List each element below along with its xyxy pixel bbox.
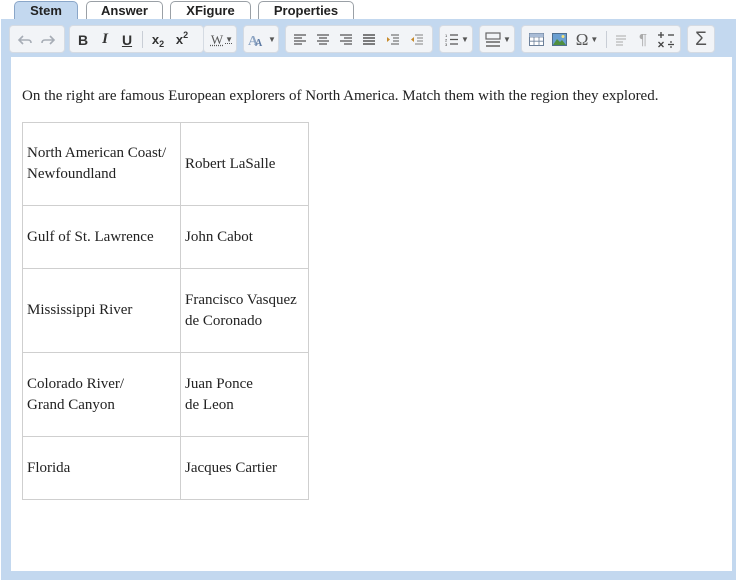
history-group xyxy=(9,25,65,53)
region-cell[interactable]: Colorado River/Grand Canyon xyxy=(22,352,181,437)
editor-toolbar: B I U x2 x2 W ▼ AA ▼ 1 2 3 ▼ ▼ Ω ▼ ¶ Σ xyxy=(9,25,729,54)
special-character-dropdown[interactable]: Ω ▼ xyxy=(572,29,602,50)
explorer-cell[interactable]: Francisco Vasquez de Coronado xyxy=(180,268,309,353)
region-cell[interactable]: North American Coast/Newfoundland xyxy=(22,122,181,206)
matching-table: North American Coast/Newfoundland Robert … xyxy=(22,122,309,500)
cell-text-line: Newfoundland xyxy=(27,166,117,182)
subscript-label: x xyxy=(151,32,160,47)
insert-block-icon[interactable]: ▼ xyxy=(483,29,513,50)
chevron-down-icon: ▼ xyxy=(461,35,469,44)
paragraph-icon[interactable] xyxy=(610,29,632,50)
tab-stem[interactable]: Stem xyxy=(14,1,78,21)
subscript-mark: 2 xyxy=(159,38,165,49)
bold-button[interactable]: B xyxy=(72,29,94,50)
explorer-cell[interactable]: John Cabot xyxy=(180,205,309,269)
cell-text-line: Gulf of St. Lawrence xyxy=(27,228,154,245)
superscript-mark: 2 xyxy=(183,29,189,40)
align-justify-icon[interactable] xyxy=(358,29,380,50)
image-icon[interactable] xyxy=(548,29,570,50)
chevron-down-icon: ▼ xyxy=(225,35,234,44)
table-row: Gulf of St. Lawrence John Cabot xyxy=(22,205,309,269)
superscript-label: x xyxy=(175,32,184,47)
math-ops-icon[interactable] xyxy=(655,29,677,50)
undo-icon[interactable] xyxy=(14,29,36,50)
subscript-button[interactable]: x2 xyxy=(147,29,169,50)
text-style-dropdown[interactable]: W ▼ xyxy=(208,29,236,50)
table-row: North American Coast/Newfoundland Robert … xyxy=(22,122,309,206)
align-left-icon[interactable] xyxy=(289,29,311,50)
table-row: Colorado River/Grand Canyon Juan Ponce de … xyxy=(22,352,309,437)
question-prompt: On the right are famous European explore… xyxy=(22,88,659,104)
editor-tabs: Stem Answer XFigure Properties xyxy=(0,0,738,21)
explorer-cell[interactable]: Jacques Cartier xyxy=(180,436,309,500)
svg-text:A: A xyxy=(255,38,263,47)
region-cell[interactable]: Mississippi River xyxy=(22,268,181,353)
superscript-button[interactable]: x2 xyxy=(171,29,193,50)
underline-button[interactable]: U xyxy=(116,29,138,50)
explorer-cell[interactable]: Robert LaSalle xyxy=(180,122,309,206)
toolbar-separator xyxy=(606,31,607,48)
omega-icon: Ω xyxy=(575,29,589,49)
cell-text-line: Florida xyxy=(27,459,71,476)
region-cell[interactable]: Gulf of St. Lawrence xyxy=(22,205,181,269)
cell-text-line: Mississippi River xyxy=(27,302,133,318)
font-group: AA ▼ xyxy=(243,25,279,53)
chevron-down-icon: ▼ xyxy=(590,35,599,44)
list-group: 123 ▼ xyxy=(439,25,473,53)
block-group: ▼ xyxy=(479,25,515,53)
numbered-list-icon[interactable]: 123 ▼ xyxy=(443,29,471,50)
region-cell[interactable]: Florida xyxy=(22,436,181,500)
indent-icon[interactable] xyxy=(382,29,404,50)
cell-text-line: Juan Ponce xyxy=(185,375,253,392)
format-group: B I U x2 x2 xyxy=(69,25,204,53)
redo-icon[interactable] xyxy=(37,29,59,50)
sigma-icon[interactable]: Σ xyxy=(690,29,712,50)
tab-properties[interactable]: Properties xyxy=(258,1,354,20)
tab-xfigure[interactable]: XFigure xyxy=(170,1,251,20)
explorer-cell[interactable]: Juan Ponce de Leon xyxy=(180,352,309,437)
cell-text-line: de Coronado xyxy=(185,312,263,329)
toolbar-separator xyxy=(142,31,143,48)
table-row: Florida Jacques Cartier xyxy=(22,436,309,500)
italic-button[interactable]: I xyxy=(94,29,116,50)
cell-text-line: de Leon xyxy=(185,396,234,413)
insert-group: Ω ▼ ¶ xyxy=(521,25,681,53)
cell-text-line: Colorado River/ xyxy=(27,375,125,392)
cell-text-line: Jacques Cartier xyxy=(185,459,278,476)
style-group: W ▼ xyxy=(203,25,237,53)
font-size-icon[interactable]: AA ▼ xyxy=(248,29,276,50)
table-icon[interactable] xyxy=(525,29,547,50)
cell-text-line: Francisco Vasquez xyxy=(185,291,297,308)
chevron-down-icon: ▼ xyxy=(268,35,276,44)
cell-text-line: John Cabot xyxy=(185,228,253,245)
align-center-icon[interactable] xyxy=(312,29,334,50)
alignment-group xyxy=(285,25,433,53)
svg-text:3: 3 xyxy=(445,42,448,46)
editor-body: On the right are famous European explore… xyxy=(22,86,722,106)
chevron-down-icon: ▼ xyxy=(503,35,511,44)
outdent-icon[interactable] xyxy=(406,29,428,50)
equation-group: Σ xyxy=(687,25,715,53)
table-row: Mississippi River Francisco Vasquez de Cor… xyxy=(22,268,309,353)
cell-text-line: Robert LaSalle xyxy=(185,155,276,172)
tab-answer[interactable]: Answer xyxy=(86,1,163,20)
cell-text-line: Grand Canyon xyxy=(27,396,115,413)
align-right-icon[interactable] xyxy=(335,29,357,50)
text-style-label: W xyxy=(210,31,224,47)
pilcrow-icon[interactable]: ¶ xyxy=(632,29,654,50)
cell-text-line: North American Coast/ xyxy=(27,145,167,161)
